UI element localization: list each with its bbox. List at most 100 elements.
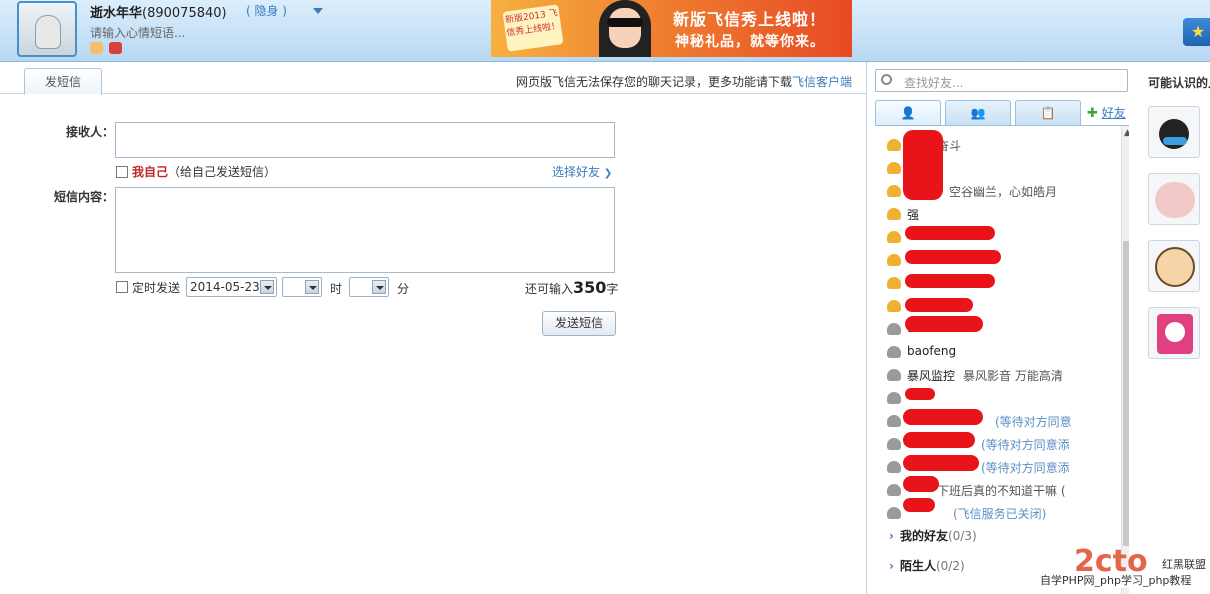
friend-mood: (等待对方同意添 (981, 461, 1070, 475)
banner-title: 新版飞信秀上线啦！ (673, 10, 827, 29)
user-status-icon (887, 346, 901, 358)
send-sms-button[interactable]: 发送短信 (542, 311, 616, 336)
dropdown-arrow-icon[interactable] (260, 280, 274, 294)
redaction-mark (903, 476, 939, 492)
mood-input[interactable]: 请输入心情短语... (90, 24, 185, 41)
tab-contacts[interactable]: 📋 (1015, 100, 1081, 125)
friend-name: 暴风监控 (907, 369, 956, 383)
contacts-panel: 查找好友... 👤 👥 📋 ✚ 好友 ▲ 奋斗空谷幽兰，心如皓月强119baof… (866, 62, 1134, 594)
plus-icon: ✚ (1087, 106, 1098, 121)
user-status-icon (887, 162, 901, 174)
minute-select[interactable] (349, 277, 389, 297)
pending-user-icon (887, 461, 901, 473)
remaining-chars: 还可输入350字 (525, 278, 618, 297)
receiver-input[interactable] (115, 122, 615, 158)
user-avatar[interactable] (17, 1, 77, 57)
dropdown-arrow-icon[interactable] (305, 280, 319, 294)
tab-send-sms[interactable]: 发短信 (24, 68, 102, 95)
friend-item[interactable]: 暴风监控 暴风影音 万能高清 (887, 365, 1117, 385)
group-count: (0/2) (935, 559, 965, 573)
user-status-icon (887, 139, 901, 151)
scheduled-label: 定时发送 (132, 281, 181, 295)
send-to-self-checkbox[interactable] (116, 166, 128, 178)
user-id: (890075840) (142, 6, 227, 21)
group-my-friends[interactable]: › 我的好友(0/3) (889, 527, 977, 544)
scheduled-checkbox[interactable] (116, 281, 128, 293)
scroll-up-icon[interactable]: ▲ (1124, 128, 1129, 138)
redaction-mark (905, 250, 1001, 264)
friend-name: baofeng (907, 344, 957, 358)
dropdown-arrow-icon[interactable] (372, 280, 386, 294)
hour-select[interactable] (282, 277, 322, 297)
recommend-avatar-cartoon[interactable] (1148, 307, 1200, 359)
promo-banner[interactable]: 新版2013 飞信秀上线啦！ 新版飞信秀上线啦！ 神秘礼品，就等你来。 (491, 0, 852, 57)
user-icons (90, 42, 128, 57)
recommend-avatar-bomb[interactable] (1148, 106, 1200, 158)
redaction-mark (903, 455, 979, 471)
recommend-avatar-face[interactable] (1148, 240, 1200, 292)
pick-friend-link[interactable]: 选择好友 ❯ (552, 163, 612, 180)
redaction-mark (905, 316, 983, 332)
tab-friends[interactable]: 👤 (875, 100, 941, 125)
search-input[interactable]: 查找好友... (875, 69, 1128, 92)
friend-item[interactable]: 强 (887, 204, 1117, 224)
scroll-thumb[interactable] (1123, 241, 1129, 546)
avatar-figure (35, 15, 61, 49)
date-select[interactable]: 2014-05-23 (186, 277, 277, 297)
message-textarea[interactable] (115, 187, 615, 273)
watermark-text: 自学PHP网_php学习_php教程 (1040, 572, 1192, 588)
redaction-mark (905, 274, 995, 288)
friend-mood: (等待对方同意 (995, 415, 1072, 429)
friend-mood: 空谷幽兰，心如皓月 (949, 185, 1058, 199)
minute-label: 分 (397, 282, 410, 296)
group-count: (0/3) (947, 529, 977, 543)
remain-count: 350 (573, 278, 607, 297)
add-friend-link[interactable]: ✚ 好友 (1087, 104, 1126, 121)
watermark: 2cto 红黑联盟 自学PHP网_php学习_php教程 (1040, 540, 1210, 594)
top-bar: 逝水年华(890075840) ( 隐身 ) 请输入心情短语... 新版2013… (0, 0, 1210, 62)
client-notice: 网页版飞信无法保存您的聊天记录，更多功能请下载飞信客户端 (516, 73, 852, 90)
friend-mood: (等待对方同意添 (981, 438, 1070, 452)
user-status-icon (887, 300, 901, 312)
blocked-user-icon (887, 507, 901, 519)
chevron-down-icon[interactable] (313, 8, 323, 14)
tab-bar: 发短信 网页版飞信无法保存您的聊天记录，更多功能请下载飞信客户端 (0, 62, 866, 95)
user-name-text: 逝水年华 (90, 6, 143, 21)
scrollbar[interactable]: ▲ (1121, 126, 1129, 594)
self-label: 我自己 (132, 165, 169, 179)
user-status-icon (887, 392, 901, 404)
banner-tag: 新版2013 飞信秀上线啦！ (502, 4, 564, 52)
redaction-mark (905, 388, 935, 400)
user-status-icon (887, 369, 901, 381)
pending-user-icon (887, 438, 901, 450)
dice-icon[interactable] (90, 42, 103, 54)
watermark-site: 红黑联盟 (1162, 558, 1206, 571)
self-hint: （给自己发送短信） (168, 165, 277, 179)
friend-mood: 下班后真的不知道干嘛 ( (937, 484, 1066, 498)
banner-subtitle: 神秘礼品，就等你来。 (675, 34, 825, 50)
user-status-icon (887, 323, 901, 335)
recommend-avatar-pet[interactable] (1148, 173, 1200, 225)
friend-mood: 暴风影音 万能高清 (963, 369, 1063, 383)
group-name: 陌生人 (899, 559, 936, 573)
status-selector[interactable]: ( 隐身 ) (246, 2, 287, 19)
remain-suffix: 字 (606, 282, 619, 296)
notice-text: 网页版飞信无法保存您的聊天记录，更多功能请下载 (515, 75, 792, 89)
star-icon[interactable]: ★ (1183, 18, 1210, 46)
tab-groups[interactable]: 👥 (945, 100, 1011, 125)
group-strangers[interactable]: › 陌生人(0/2) (889, 557, 965, 574)
user-status-icon (887, 254, 901, 266)
redaction-mark (903, 498, 935, 512)
friend-item[interactable]: baofeng (887, 342, 1117, 362)
pick-friend-text: 选择好友 (552, 165, 601, 179)
chevron-right-icon: › (889, 559, 894, 573)
user-status-icon (887, 185, 901, 197)
banner-figure (591, 0, 657, 57)
content-label: 短信内容： (54, 190, 115, 204)
gift-icon[interactable] (109, 42, 122, 54)
receiver-label: 接收人： (66, 125, 115, 139)
friend-name: 强 (907, 208, 920, 222)
download-client-link[interactable]: 飞信客户端 (792, 75, 852, 89)
search-icon (881, 74, 892, 85)
send-to-self-label: 我自己（给自己发送短信） (132, 163, 276, 180)
